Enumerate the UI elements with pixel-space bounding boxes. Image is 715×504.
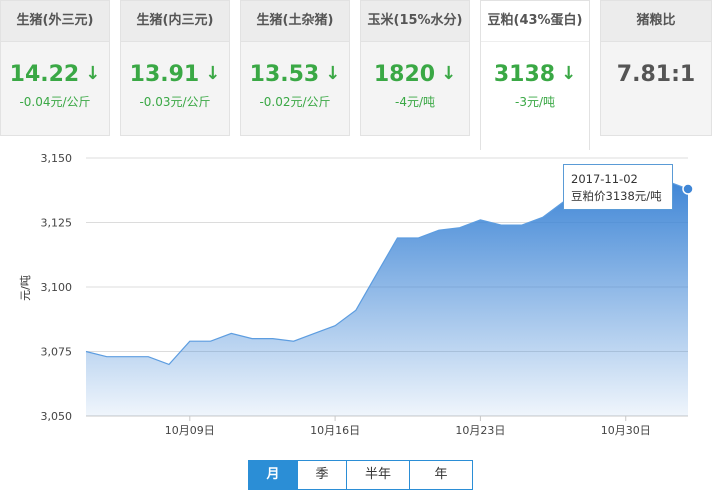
card-price: 3138 ↓ [481, 62, 589, 87]
card-price: 14.22 ↓ [1, 62, 109, 87]
y-tick-label: 3,100 [41, 281, 73, 294]
tab-quarter[interactable]: 季 [297, 460, 347, 490]
card-pig-grain-ratio[interactable]: 猪粮比 7.81:1 [600, 0, 712, 136]
card-title: 玉米(15%水分) [361, 1, 469, 42]
card-change: -0.04元/公斤 [19, 95, 91, 109]
tooltip-date: 2017-11-02 [571, 172, 638, 186]
y-axis: 3,150 3,125 3,100 3,075 3,050 [41, 152, 73, 423]
card-price: 1820 ↓ [361, 62, 469, 87]
tab-half-year[interactable]: 半年 [346, 460, 410, 490]
card-title: 猪粮比 [601, 1, 711, 42]
card-pig-inner[interactable]: 生猪(内三元) 13.91 ↓ -0.03元/公斤 [120, 0, 230, 136]
tab-month[interactable]: 月 [248, 460, 298, 490]
down-arrow-icon: ↓ [85, 63, 101, 84]
card-change: -0.02元/公斤 [259, 95, 331, 109]
data-point-highlight [682, 183, 694, 195]
tab-year[interactable]: 年 [409, 460, 473, 490]
x-axis: 10月09日 10月16日 10月23日 10月30日 [86, 415, 688, 437]
y-tick-label: 3,125 [41, 217, 73, 230]
card-change: -0.03元/公斤 [139, 95, 211, 109]
period-tabs: 月 季 半年 年 [248, 460, 473, 490]
x-tick-label: 10月23日 [455, 424, 505, 437]
price-value: 13.91 [129, 62, 200, 87]
y-tick-label: 3,150 [41, 152, 73, 165]
card-title: 生猪(内三元) [121, 1, 229, 42]
y-tick-label: 3,075 [41, 346, 73, 359]
card-pig-local[interactable]: 生猪(土杂猪) 13.53 ↓ -0.02元/公斤 [240, 0, 350, 136]
down-arrow-icon: ↓ [561, 63, 577, 84]
card-soymeal[interactable]: 豆粕(43%蛋白) 3138 ↓ -3元/吨 [480, 0, 590, 150]
price-value: 14.22 [9, 62, 80, 87]
y-tick-label: 3,050 [41, 410, 73, 423]
x-tick-label: 10月16日 [310, 424, 360, 437]
x-tick-label: 10月09日 [165, 424, 215, 437]
price-value: 1820 [373, 62, 436, 87]
card-price: 7.81:1 [601, 62, 711, 87]
card-pig-outer[interactable]: 生猪(外三元) 14.22 ↓ -0.04元/公斤 [0, 0, 110, 136]
series-area [86, 181, 688, 416]
card-price: 13.53 ↓ [241, 62, 349, 87]
price-value: 13.53 [249, 62, 320, 87]
down-arrow-icon: ↓ [441, 63, 457, 84]
chart-tooltip: 2017-11-02 豆粕价3138元/吨 [563, 164, 673, 210]
y-axis-label: 元/吨 [19, 275, 32, 301]
card-corn[interactable]: 玉米(15%水分) 1820 ↓ -4元/吨 [360, 0, 470, 136]
x-tick-label: 10月30日 [601, 424, 651, 437]
down-arrow-icon: ↓ [205, 63, 221, 84]
price-value: 3138 [493, 62, 556, 87]
card-title: 生猪(外三元) [1, 1, 109, 42]
price-cards: 生猪(外三元) 14.22 ↓ -0.04元/公斤 生猪(内三元) 13.91 ↓ … [0, 0, 715, 150]
card-title: 生猪(土杂猪) [241, 1, 349, 42]
card-change: -3元/吨 [514, 95, 555, 109]
card-title: 豆粕(43%蛋白) [481, 1, 589, 42]
card-change: -4元/吨 [394, 95, 435, 109]
down-arrow-icon: ↓ [325, 63, 341, 84]
tooltip-text: 豆粕价3138元/吨 [571, 189, 662, 203]
card-price: 13.91 ↓ [121, 62, 229, 87]
price-value: 7.81:1 [616, 62, 696, 87]
